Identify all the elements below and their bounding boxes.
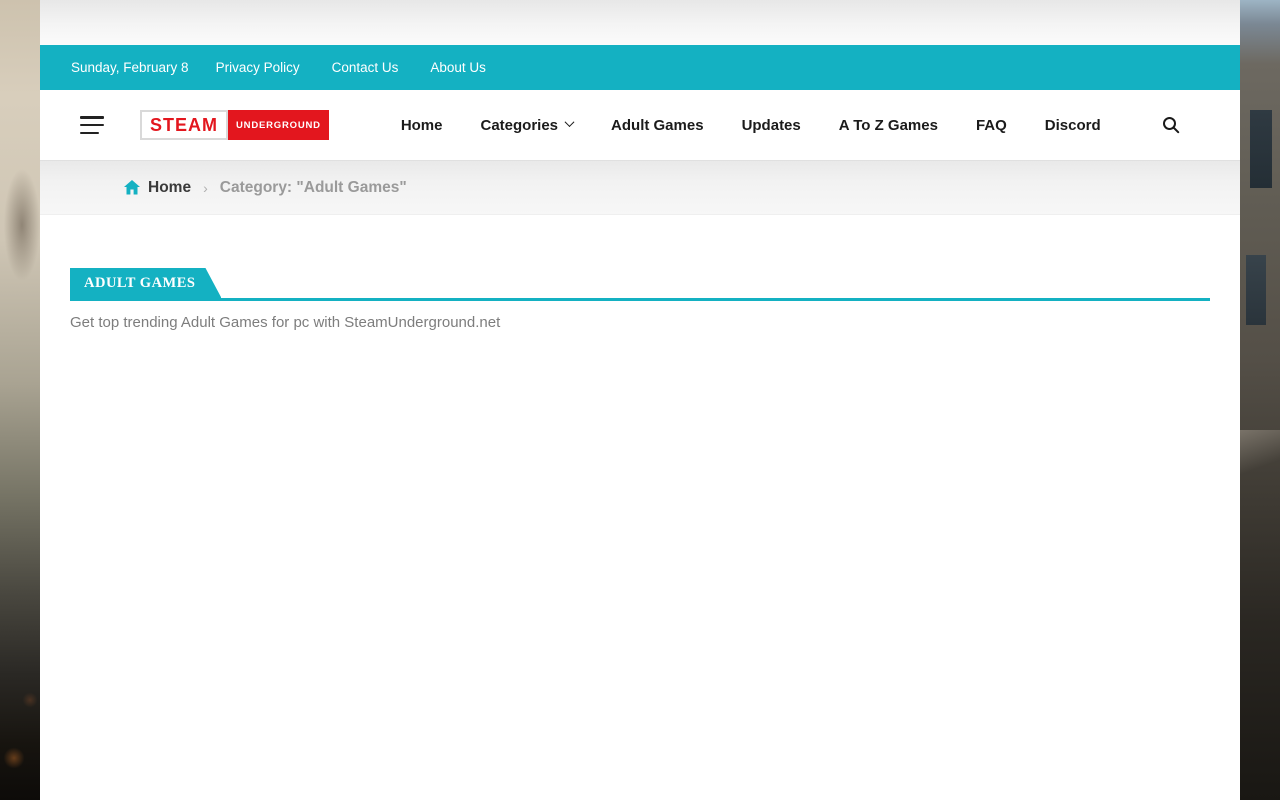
main-content: ADULT GAMES Get top trending Adult Games… xyxy=(40,215,1240,331)
nav-item-label: FAQ xyxy=(976,117,1007,134)
current-date: Sunday, February 8 xyxy=(71,60,189,75)
nav-item-home[interactable]: Home xyxy=(401,117,443,134)
nav-item-label: A To Z Games xyxy=(839,117,938,134)
nav-item-label: Discord xyxy=(1045,117,1101,134)
logo-underground-text: UNDERGROUND xyxy=(228,110,329,140)
nav-item-label: Categories xyxy=(481,117,559,134)
main-navigation: Home Categories Adult Games Updates A To… xyxy=(401,117,1139,134)
nav-item-label: Updates xyxy=(742,117,801,134)
hamburger-menu-icon[interactable] xyxy=(80,116,104,134)
home-icon xyxy=(124,180,140,195)
search-button[interactable] xyxy=(1162,116,1180,134)
nav-item-updates[interactable]: Updates xyxy=(742,117,801,134)
nav-item-faq[interactable]: FAQ xyxy=(976,117,1007,134)
nav-item-discord[interactable]: Discord xyxy=(1045,117,1101,134)
page-container: Sunday, February 8 Privacy Policy Contac… xyxy=(40,0,1240,800)
breadcrumb-home-label: Home xyxy=(148,179,191,197)
main-header: STEAM UNDERGROUND Home Categories Adult … xyxy=(40,90,1240,160)
nav-item-adult-games[interactable]: Adult Games xyxy=(611,117,704,134)
breadcrumb: Home › Category: "Adult Games" xyxy=(40,160,1240,215)
nav-item-label: Adult Games xyxy=(611,117,704,134)
breadcrumb-separator: › xyxy=(203,180,208,196)
category-section-header: ADULT GAMES xyxy=(70,268,1210,301)
section-underline xyxy=(70,298,1210,301)
nav-item-a-to-z-games[interactable]: A To Z Games xyxy=(839,117,938,134)
nav-item-label: Home xyxy=(401,117,443,134)
background-image-right xyxy=(1240,0,1280,800)
pre-header-spacer xyxy=(40,0,1240,45)
breadcrumb-home-link[interactable]: Home xyxy=(124,179,191,197)
background-image-left xyxy=(0,0,40,800)
category-title-badge: ADULT GAMES xyxy=(70,268,221,298)
search-icon xyxy=(1162,116,1180,134)
logo-steam-text: STEAM xyxy=(140,110,228,140)
site-logo[interactable]: STEAM UNDERGROUND xyxy=(140,110,329,140)
category-description: Get top trending Adult Games for pc with… xyxy=(70,314,1210,331)
topbar-link-contact-us[interactable]: Contact Us xyxy=(332,60,399,75)
topbar: Sunday, February 8 Privacy Policy Contac… xyxy=(40,45,1240,90)
topbar-link-privacy-policy[interactable]: Privacy Policy xyxy=(216,60,300,75)
breadcrumb-current-page: Category: "Adult Games" xyxy=(220,179,407,197)
chevron-down-icon xyxy=(565,117,575,127)
topbar-link-about-us[interactable]: About Us xyxy=(430,60,486,75)
nav-item-categories[interactable]: Categories xyxy=(481,117,574,134)
